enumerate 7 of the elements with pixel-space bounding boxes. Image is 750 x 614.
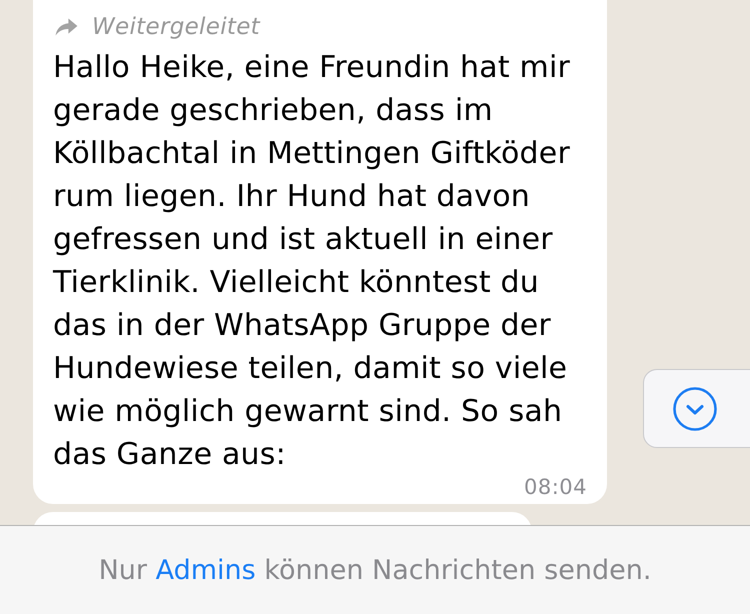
message-time: 08:04 bbox=[524, 476, 587, 498]
notice-text: Nur Admins können Nachrichten senden. bbox=[98, 554, 652, 586]
forwarded-label: Weitergeleitet bbox=[92, 13, 260, 41]
scroll-down-button[interactable] bbox=[643, 369, 750, 448]
admins-link[interactable]: Admins bbox=[156, 554, 256, 586]
message-text: Hallo Heike, eine Freundin hat mir gerade geschrieben, dass im Köllbachtal in Mettingen Giftköder rum liegen. Ihr Hund hat davon gefressen und ist aktuell in einer Tierklinik. Vielleicht könntest du das in der WhatsApp Gruppe der Hundewiese teilen, damit so viele wie möglich gewarnt sind. So sah das Ganze aus: bbox=[53, 49, 572, 474]
chevron-down-circle-icon bbox=[673, 386, 717, 430]
